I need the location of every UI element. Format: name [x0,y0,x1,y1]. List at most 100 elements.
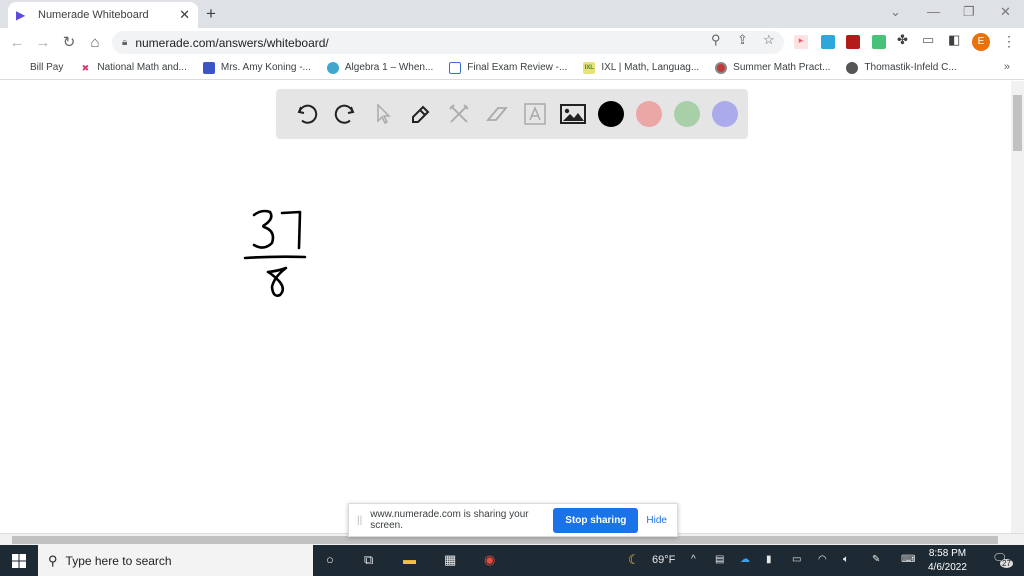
extension-green-icon[interactable] [872,35,886,49]
horizontal-scroll-thumb[interactable] [12,536,998,544]
extension-screencast-icon[interactable]: ▸ [794,35,808,49]
bookmark-final-exam-review[interactable]: Final Exam Review -... [449,61,567,74]
globe-icon [846,61,859,74]
national-math-favicon-icon: ✖ [81,62,90,73]
url-text: numerade.com/answers/whiteboard/ [135,35,329,50]
color-purple[interactable] [706,95,744,133]
wifi-icon[interactable]: ◠ [818,554,827,565]
select-tool[interactable] [364,95,402,133]
microsoft-store-icon[interactable]: ▦ [444,552,456,568]
sites-favicon-icon [202,61,215,74]
weather-temp[interactable]: 69°F [652,554,675,566]
color-swatch [636,101,662,127]
extension-cloud-icon[interactable] [821,35,835,49]
start-button[interactable] [0,545,38,576]
minimize-button[interactable]: — [927,4,940,19]
color-black[interactable] [592,95,630,133]
battery-icon[interactable]: ▭ [792,554,801,565]
volume-icon[interactable]: 🔈︎ [843,554,849,565]
bookmark-label: Summer Math Pract... [733,62,831,73]
cortana-icon[interactable]: ○ [326,552,334,567]
tab-strip: ▶ Numerade Whiteboard ✕ + ⌄ — ❐ ✕ [0,0,1024,28]
shapes-tool[interactable] [440,95,478,133]
windows-logo-icon [12,553,26,568]
undo-button[interactable] [288,95,326,133]
bookmark-label: IXL | Math, Languag... [601,62,700,73]
bookmarks-bar: Bill Pay ✖ National Math and... Mrs. Amy … [0,56,1024,80]
forward-button[interactable]: → [30,34,56,51]
hide-button[interactable]: Hide [646,515,667,526]
image-tool[interactable] [554,95,592,133]
pencil-icon [412,105,430,123]
handwritten-fraction [243,209,307,297]
digit-3 [252,209,275,249]
bookmark-bill-pay[interactable]: Bill Pay [30,62,63,73]
vertical-scroll-thumb[interactable] [1013,95,1022,151]
whiteboard-canvas[interactable] [0,81,1011,533]
keyboard-icon[interactable]: ⌨ [901,554,915,565]
pen-workspace-icon[interactable]: ✎ [872,554,880,565]
usb-icon[interactable]: ▮ [766,554,772,565]
tab-search-icon[interactable]: ⌄ [890,4,901,20]
tab-numerade-whiteboard[interactable]: ▶ Numerade Whiteboard ✕ [8,2,198,28]
color-swatch [712,101,738,127]
bookmark-algebra-1[interactable]: Algebra 1 – When... [326,61,433,74]
clock[interactable]: 8:58 PM 4/6/2022 [928,547,967,575]
bookmark-ixl[interactable]: IXL IXL | Math, Languag... [583,61,700,74]
tab-close-icon[interactable]: ✕ [179,7,190,23]
task-view-icon[interactable]: ⧉ [364,552,373,568]
cast-icon[interactable]: ▭ [922,32,934,48]
show-hidden-icons[interactable]: ^ [691,554,696,565]
undo-icon [297,104,318,124]
ixl-favicon-icon: IXL [583,61,596,74]
file-explorer-icon[interactable]: ▬ [403,552,416,567]
color-swatch [674,101,700,127]
browser-menu-icon[interactable]: ⋮ [1002,33,1016,50]
home-button[interactable]: ⌂ [82,34,108,51]
image-icon [560,104,586,124]
drag-handle-icon[interactable]: || [357,515,362,526]
stop-sharing-button[interactable]: Stop sharing [553,507,639,533]
bookmarks-overflow-button[interactable]: » [1004,61,1010,73]
bookmark-summer-math[interactable]: Summer Math Pract... [715,61,831,74]
pen-tool[interactable] [402,95,440,133]
bookmark-label: National Math and... [97,62,187,73]
reload-button[interactable]: ↻ [56,33,82,51]
bookmark-star-icon[interactable]: ☆ [763,32,775,48]
profile-avatar[interactable]: E [972,33,990,51]
eraser-tool[interactable] [478,95,516,133]
time: 8:58 PM [928,548,967,559]
color-swatch [598,101,624,127]
vertical-scrollbar[interactable] [1011,81,1024,533]
docs-favicon-icon [449,61,462,74]
whiteboard-toolbar [276,89,748,139]
side-panel-icon[interactable]: ◧ [948,32,960,48]
new-tab-button[interactable]: + [206,4,216,24]
text-tool[interactable] [516,95,554,133]
address-bar[interactable]: 🔒︎ numerade.com/answers/whiteboard/ [112,31,784,54]
share-icon[interactable]: ⇪ [737,32,748,48]
extensions-puzzle-icon[interactable]: ✤ [897,32,908,48]
bookmark-mrs-amy-koning[interactable]: Mrs. Amy Koning -... [202,61,311,74]
onedrive-icon[interactable]: ☁ [740,554,750,565]
digit-8 [266,266,288,297]
color-green[interactable] [668,95,706,133]
extension-pdf-icon[interactable] [846,35,860,49]
redo-button[interactable] [326,95,364,133]
digit-7 [280,210,302,250]
zoom-icon[interactable]: ⚲ [711,32,721,48]
cursor-icon [377,103,391,125]
tray-app-icon[interactable]: ▤ [715,554,724,565]
taskbar-search-box[interactable]: ⚲ Type here to search [38,545,313,576]
chrome-icon[interactable]: ◉ [484,552,495,568]
summer-math-favicon-icon [715,61,728,74]
back-button[interactable]: ← [4,34,30,51]
window-close-button[interactable]: ✕ [1000,4,1011,20]
bookmark-thomastik[interactable]: Thomastik-Infeld C... [846,61,957,74]
color-pink[interactable] [630,95,668,133]
bookmark-national-math[interactable]: ✖ National Math and... [79,62,187,74]
redo-icon [334,104,355,124]
restore-button[interactable]: ❐ [963,4,975,20]
weather-moon-icon[interactable]: ☾ [628,552,640,568]
wordpress-favicon-icon [326,61,339,74]
